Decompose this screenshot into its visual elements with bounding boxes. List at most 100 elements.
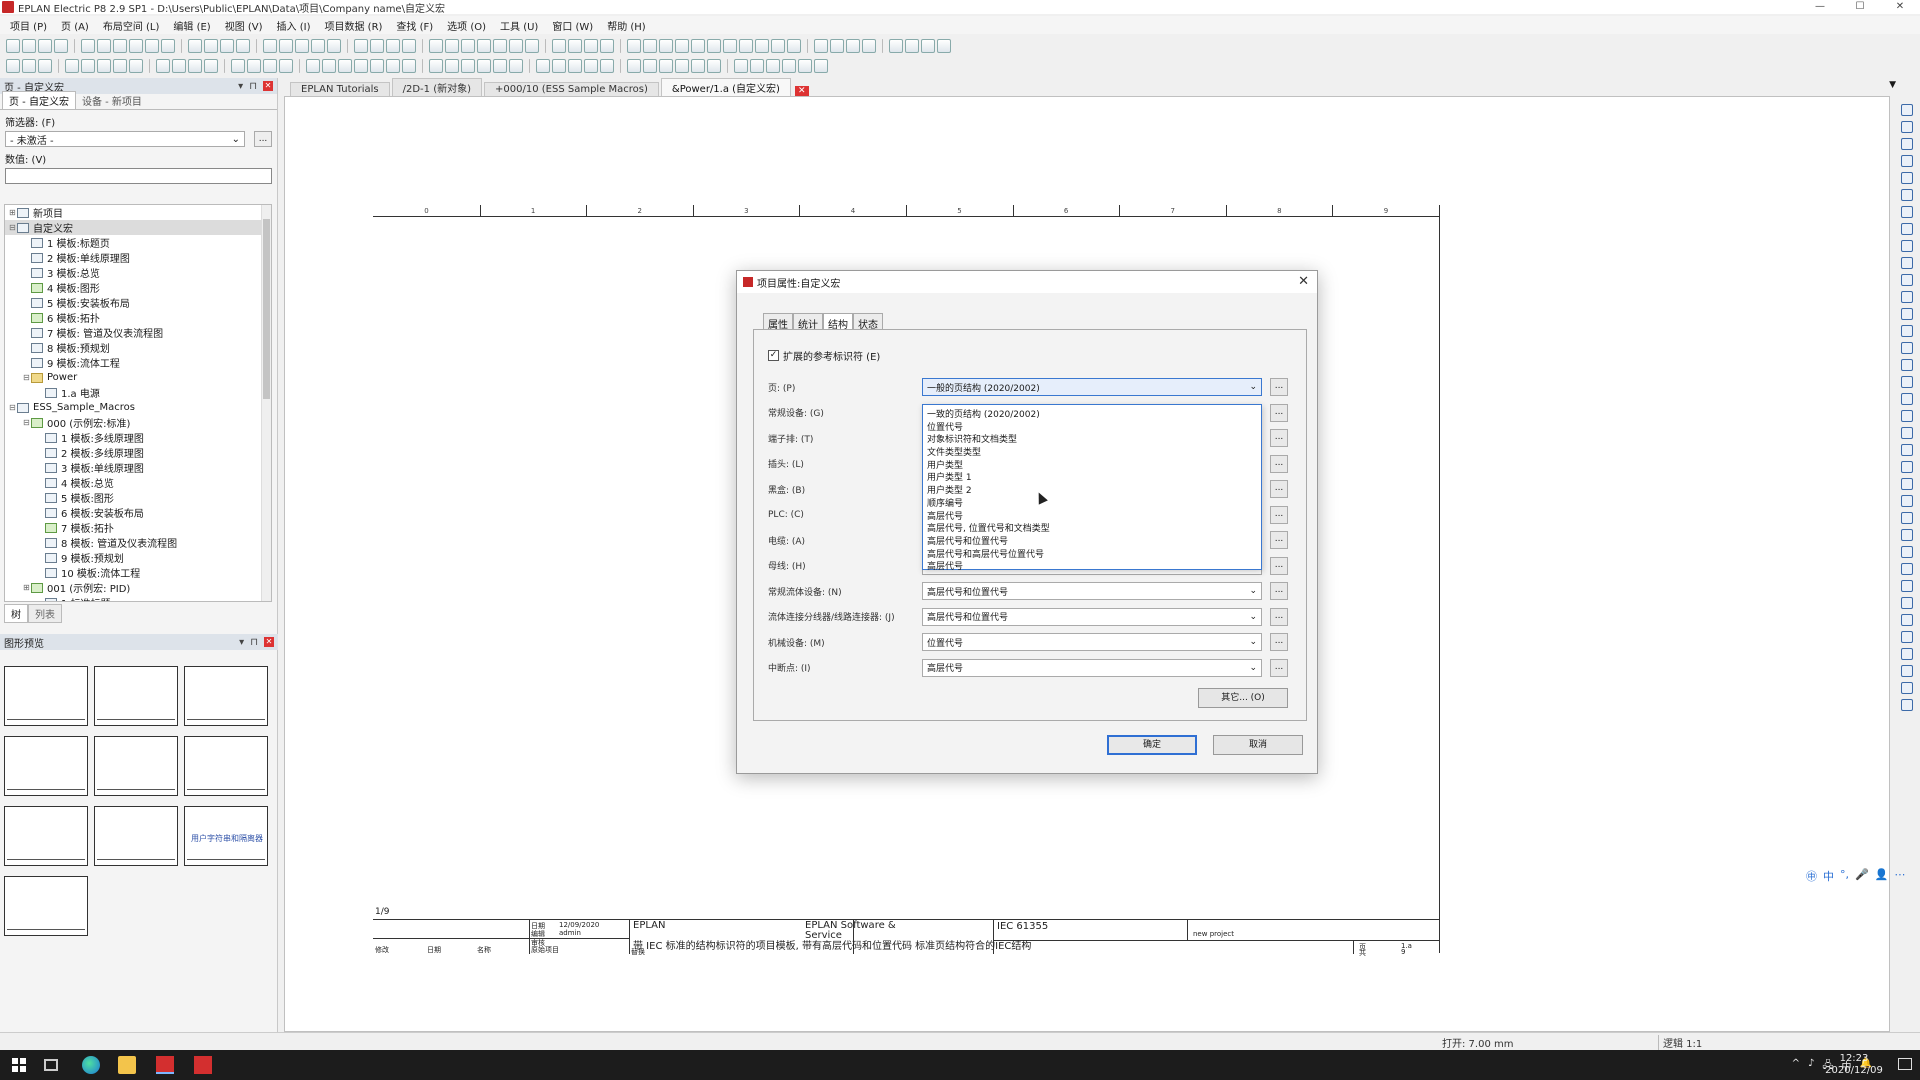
toolbar-button-icon[interactable] xyxy=(568,39,582,53)
dropdown-option[interactable]: 一致的页结构 (2020/2002) xyxy=(923,407,1261,420)
toolbar-button-icon[interactable] xyxy=(445,39,459,53)
toolbar-button-icon[interactable] xyxy=(22,39,36,53)
toolbar-button-icon[interactable] xyxy=(905,39,919,53)
toolbar-button-icon[interactable] xyxy=(723,39,737,53)
toolbar-button-icon[interactable] xyxy=(814,59,828,73)
dropdown-option[interactable]: 高层代号和高层代号位置代号 xyxy=(923,547,1261,560)
structure-more-button[interactable]: ... xyxy=(1270,454,1288,473)
toolbar-button-icon[interactable] xyxy=(54,39,68,53)
drawing-tool-icon[interactable] xyxy=(1901,614,1913,626)
value-input[interactable] xyxy=(5,168,272,184)
tree-item[interactable]: 5 模板:图形 xyxy=(5,490,271,505)
ime-more-icon[interactable]: ⋯ xyxy=(1894,868,1905,884)
preview-thumbnail[interactable] xyxy=(94,736,178,796)
toolbar-button-icon[interactable] xyxy=(659,39,673,53)
toolbar-button-icon[interactable] xyxy=(568,59,582,73)
toolbar-button-icon[interactable] xyxy=(509,59,523,73)
toolbar-button-icon[interactable] xyxy=(220,39,234,53)
drawing-tool-icon[interactable] xyxy=(1901,427,1913,439)
drawing-tool-icon[interactable] xyxy=(1901,257,1913,269)
dropdown-option[interactable]: 用户类型 xyxy=(923,458,1261,471)
menu-layout-space[interactable]: 布局空间 (L) xyxy=(103,18,160,33)
doc-tab-sample-macros[interactable]: +000/10 (ESS Sample Macros) xyxy=(484,82,659,96)
toolbar-button-icon[interactable] xyxy=(188,39,202,53)
drawing-tool-icon[interactable] xyxy=(1901,648,1913,660)
toolbar-button-icon[interactable] xyxy=(188,59,202,73)
toolbar-button-icon[interactable] xyxy=(755,39,769,53)
structure-more-button[interactable]: ... xyxy=(1270,531,1288,549)
toolbar-button-icon[interactable] xyxy=(734,59,748,73)
toolbar-button-icon[interactable] xyxy=(156,59,170,73)
toolbar-button-icon[interactable] xyxy=(862,39,876,53)
dropdown-option[interactable]: 高层代号, 位置代号和文档类型 xyxy=(923,521,1261,534)
toolbar-button-icon[interactable] xyxy=(81,39,95,53)
preview-pin-icon[interactable]: ⊓ xyxy=(250,637,258,648)
tree-item[interactable]: 1 模板:标题页 xyxy=(5,235,271,250)
tree-item[interactable]: 5 模板:安装板布局 xyxy=(5,295,271,310)
preview-thumbnail[interactable] xyxy=(94,806,178,866)
toolbar-button-icon[interactable] xyxy=(643,39,657,53)
drawing-tool-icon[interactable] xyxy=(1901,580,1913,592)
preview-thumbnail[interactable] xyxy=(184,666,268,726)
toolbar-button-icon[interactable] xyxy=(386,39,400,53)
toolbar-button-icon[interactable] xyxy=(552,39,566,53)
toolbar-button-icon[interactable] xyxy=(129,59,143,73)
menu-project[interactable]: 项目 (P) xyxy=(10,18,47,33)
drawing-tool-icon[interactable] xyxy=(1901,444,1913,456)
drawing-tool-icon[interactable] xyxy=(1901,308,1913,320)
structure-more-button[interactable]: ... xyxy=(1270,378,1288,396)
toolbar-button-icon[interactable] xyxy=(782,59,796,73)
drawing-tool-icon[interactable] xyxy=(1901,172,1913,184)
toolbar-button-icon[interactable] xyxy=(600,39,614,53)
toolbar-button-icon[interactable] xyxy=(113,59,127,73)
tree-item[interactable]: 9 模板:流体工程 xyxy=(5,355,271,370)
toolbar-button-icon[interactable] xyxy=(306,59,320,73)
toolbar-button-icon[interactable] xyxy=(204,59,218,73)
tree-item[interactable]: 8 模板:预规划 xyxy=(5,340,271,355)
drawing-tool-icon[interactable] xyxy=(1901,121,1913,133)
toolbar-button-icon[interactable] xyxy=(263,59,277,73)
toolbar-button-icon[interactable] xyxy=(739,39,753,53)
toolbar-button-icon[interactable] xyxy=(798,59,812,73)
tree-item[interactable]: 4 模板:图形 xyxy=(5,280,271,295)
dropdown-option[interactable]: 对象标识符和文档类型 xyxy=(923,432,1261,445)
toolbar-button-icon[interactable] xyxy=(429,39,443,53)
ime-language-icon[interactable]: 中 xyxy=(1823,868,1834,884)
toolbar-button-icon[interactable] xyxy=(750,59,764,73)
drawing-tool-icon[interactable] xyxy=(1901,631,1913,643)
tree-item[interactable]: 7 模板: 管道及仪表流程图 xyxy=(5,325,271,340)
edge-browser-icon[interactable] xyxy=(82,1056,100,1074)
toolbar-button-icon[interactable] xyxy=(627,39,641,53)
drawing-tool-icon[interactable] xyxy=(1901,512,1913,524)
filter-select[interactable]: - 未激活 - ⌄ xyxy=(5,131,245,147)
toolbar-button-icon[interactable] xyxy=(691,39,705,53)
toolbar-button-icon[interactable] xyxy=(22,59,36,73)
ime-punctuation-icon[interactable]: °, xyxy=(1840,868,1849,884)
toolbar-button-icon[interactable] xyxy=(445,59,459,73)
ime-microphone-icon[interactable]: 🎤 xyxy=(1855,868,1869,884)
preview-close-icon[interactable]: ✕ xyxy=(264,636,274,647)
preview-thumbnail[interactable] xyxy=(4,736,88,796)
drawing-tool-icon[interactable] xyxy=(1901,563,1913,575)
expand-toggle-icon[interactable]: ⊞ xyxy=(9,208,17,217)
tab-pages[interactable]: 页 - 自定义宏 xyxy=(2,91,76,109)
structure-more-button[interactable]: ... xyxy=(1270,556,1288,575)
tab-devices[interactable]: 设备 - 新项目 xyxy=(76,92,148,109)
toolbar-button-icon[interactable] xyxy=(552,59,566,73)
menu-window[interactable]: 窗口 (W) xyxy=(552,18,593,33)
toolbar-button-icon[interactable] xyxy=(402,59,416,73)
tree-item[interactable]: 1 标准标题 xyxy=(5,595,271,601)
drawing-tool-icon[interactable] xyxy=(1901,104,1913,116)
structure-more-button[interactable]: ... xyxy=(1270,505,1288,524)
tree-item[interactable]: ⊞ 001 (示例宏: PID) xyxy=(5,580,271,595)
toolbar-button-icon[interactable] xyxy=(161,39,175,53)
toolbar-button-icon[interactable] xyxy=(675,59,689,73)
tree-item[interactable]: 4 模板:总览 xyxy=(5,475,271,490)
tree-scrollbar[interactable] xyxy=(261,205,271,601)
toolbar-button-icon[interactable] xyxy=(236,39,250,53)
structure-more-button[interactable]: ... xyxy=(1270,480,1288,498)
close-button[interactable]: ✕ xyxy=(1880,0,1920,14)
toolbar-button-icon[interactable] xyxy=(263,39,277,53)
toolbar-button-icon[interactable] xyxy=(766,59,780,73)
ime-user-icon[interactable]: 👤 xyxy=(1875,868,1889,884)
